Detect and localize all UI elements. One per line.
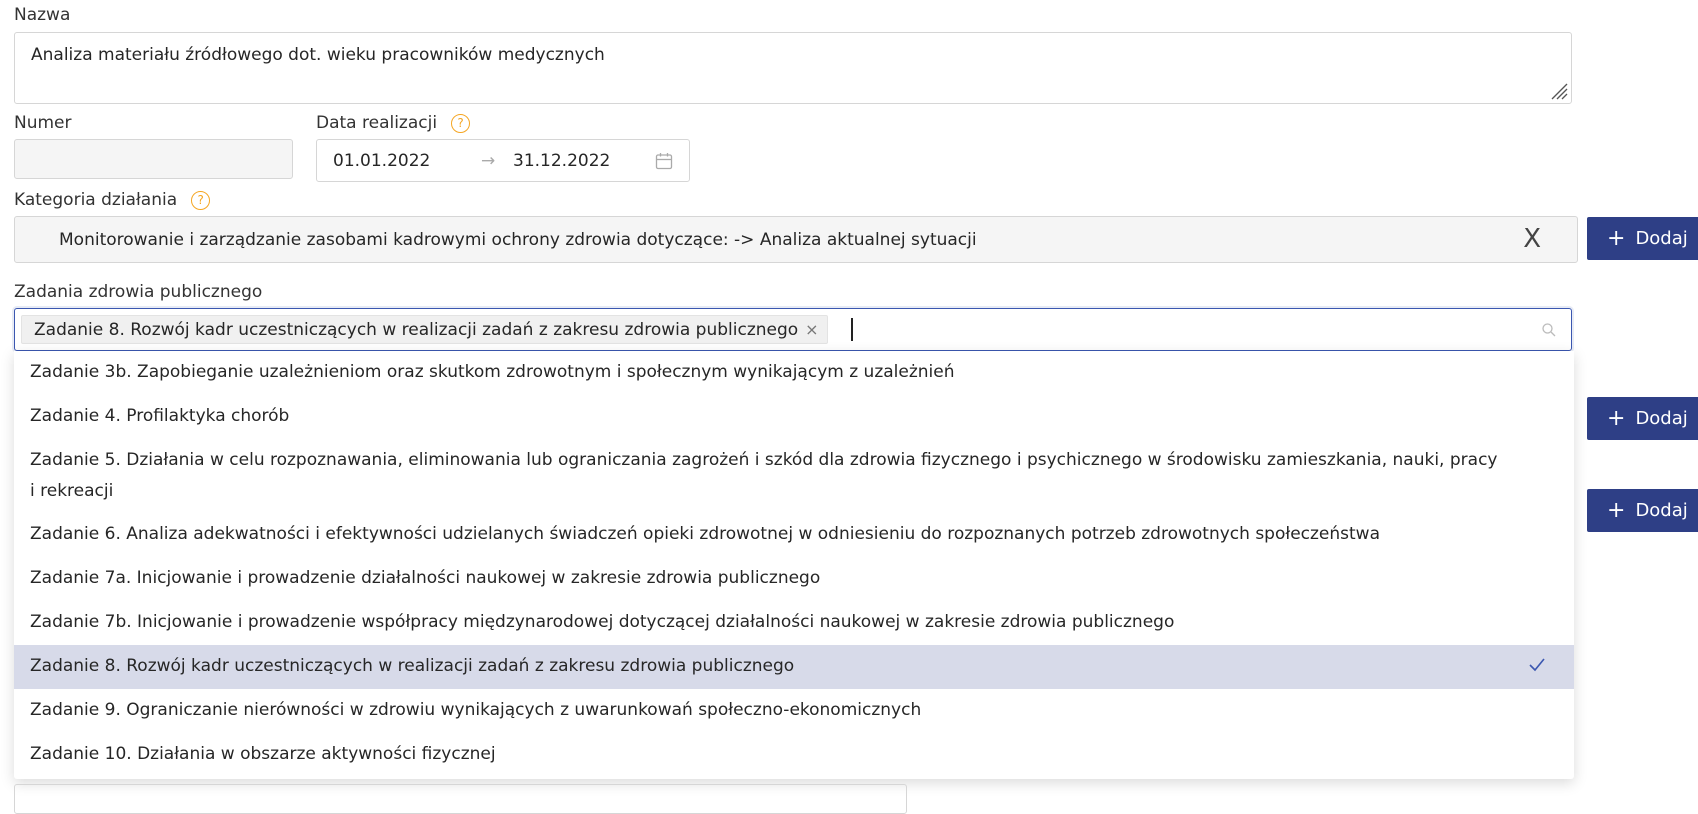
search-icon: [1542, 323, 1556, 337]
date-range-picker[interactable]: 01.01.2022 → 31.12.2022: [316, 139, 690, 182]
data-realizacji-label: Data realizacji?: [316, 113, 471, 133]
date-separator: →: [481, 151, 496, 171]
resize-handle-icon[interactable]: [1548, 80, 1568, 100]
calendar-icon[interactable]: [655, 152, 673, 170]
kategoria-select[interactable]: Monitorowanie i zarządzanie zasobami kad…: [14, 216, 1578, 263]
zadania-multiselect[interactable]: Zadanie 8. Rozwój kadr uczestniczących w…: [14, 308, 1572, 351]
date-end[interactable]: 31.12.2022: [513, 151, 610, 171]
checkmark-icon: [1529, 658, 1545, 672]
kategoria-value: Monitorowanie i zarządzanie zasobami kad…: [59, 230, 977, 250]
selected-tag: Zadanie 8. Rozwój kadr uczestniczących w…: [21, 315, 828, 344]
date-start[interactable]: 01.01.2022: [333, 151, 430, 171]
add-button-2[interactable]: + Dodaj: [1587, 397, 1698, 440]
tag-remove-icon[interactable]: ×: [805, 320, 818, 339]
add-button-label: Dodaj: [1635, 228, 1688, 249]
dropdown-option[interactable]: Zadanie 7a. Inicjowanie i prowadzenie dz…: [14, 563, 1574, 594]
question-circle-icon[interactable]: ?: [191, 191, 211, 210]
dropdown-option-label: Zadanie 8. Rozwój kadr uczestniczących w…: [30, 656, 795, 676]
clear-icon[interactable]: X: [1523, 225, 1541, 253]
kategoria-label-text: Kategoria działania: [14, 190, 178, 210]
nazwa-label: Nazwa: [14, 5, 71, 25]
add-button-label: Dodaj: [1635, 408, 1688, 429]
selected-tag-label: Zadanie 8. Rozwój kadr uczestniczących w…: [34, 320, 799, 340]
dropdown-option-selected[interactable]: Zadanie 8. Rozwój kadr uczestniczących w…: [14, 645, 1574, 689]
add-button-label: Dodaj: [1635, 500, 1688, 521]
background-field: [14, 784, 907, 814]
dropdown-option[interactable]: Zadanie 9. Ograniczanie nierówności w zd…: [14, 695, 1574, 726]
dropdown-option-line2: i rekreacji: [30, 481, 114, 501]
nazwa-textarea[interactable]: Analiza materiału źródłowego dot. wieku …: [14, 32, 1572, 104]
numer-label: Numer: [14, 113, 72, 133]
numer-input[interactable]: [14, 139, 293, 179]
dropdown-option[interactable]: Zadanie 4. Profilaktyka chorób: [14, 401, 1574, 432]
text-caret: [851, 318, 853, 341]
nazwa-value: Analiza materiału źródłowego dot. wieku …: [31, 45, 605, 65]
zadania-label: Zadania zdrowia publicznego: [14, 282, 263, 302]
dropdown-option[interactable]: Zadanie 10. Działania w obszarze aktywno…: [14, 739, 1574, 770]
dropdown-option-line1: Zadanie 5. Działania w celu rozpoznawani…: [30, 450, 1498, 470]
question-circle-icon[interactable]: ?: [451, 114, 471, 133]
add-button-3[interactable]: + Dodaj: [1587, 489, 1698, 532]
plus-icon: +: [1607, 226, 1626, 251]
data-realizacji-label-text: Data realizacji: [316, 113, 438, 133]
kategoria-label: Kategoria działania?: [14, 190, 211, 210]
plus-icon: +: [1607, 498, 1626, 523]
add-kategoria-button[interactable]: + Dodaj: [1587, 217, 1698, 260]
dropdown-option[interactable]: Zadanie 5. Działania w celu rozpoznawani…: [14, 445, 1574, 507]
dropdown-option[interactable]: Zadanie 6. Analiza adekwatności i efekty…: [14, 519, 1574, 550]
plus-icon: +: [1607, 406, 1626, 431]
dropdown-option[interactable]: Zadanie 3b. Zapobieganie uzależnieniom o…: [14, 357, 1574, 388]
zadania-dropdown: Zadanie 3b. Zapobieganie uzależnieniom o…: [14, 351, 1574, 779]
dropdown-option[interactable]: Zadanie 7b. Inicjowanie i prowadzenie ws…: [14, 607, 1574, 638]
